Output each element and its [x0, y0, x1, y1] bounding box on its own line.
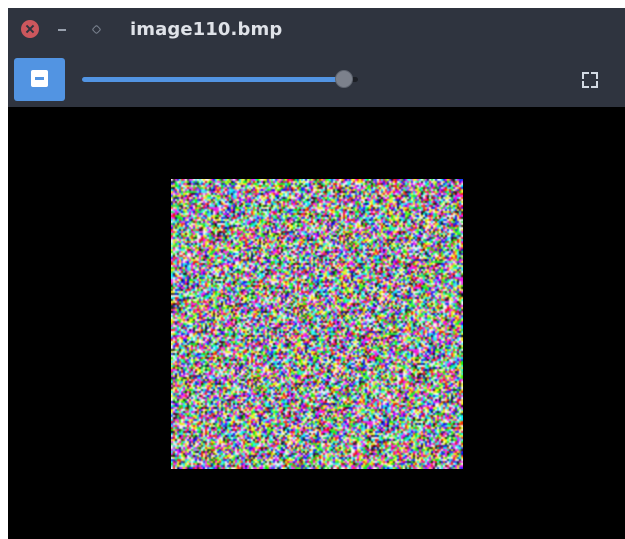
fullscreen-icon[interactable] [581, 71, 599, 89]
image-canvas [8, 107, 625, 539]
title-bar[interactable]: image110.bmp [8, 8, 625, 52]
noise-image [171, 179, 463, 469]
close-icon[interactable] [21, 20, 39, 38]
maximize-icon[interactable] [87, 20, 105, 38]
zoom-slider[interactable] [82, 67, 358, 91]
window-title: image110.bmp [130, 19, 283, 40]
toolbar [8, 52, 625, 107]
zoom-slider-handle[interactable] [335, 70, 353, 88]
zoom-slider-fill [82, 77, 344, 82]
zoom-out-icon [31, 70, 48, 87]
zoom-out-button[interactable] [14, 58, 65, 101]
image-viewer-window: image110.bmp [8, 8, 625, 539]
minimize-icon[interactable] [53, 20, 71, 38]
